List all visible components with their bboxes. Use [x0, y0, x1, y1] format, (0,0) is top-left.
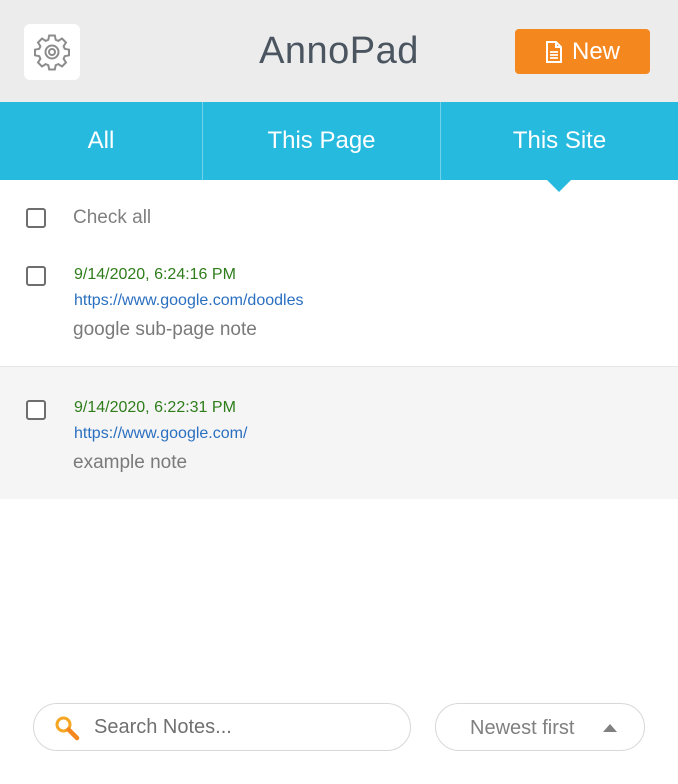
note-date: 9/14/2020, 6:22:31 PM	[74, 399, 236, 416]
check-all-label: Check all	[73, 207, 152, 228]
new-note-button[interactable]: New	[515, 29, 650, 74]
tab-this-site[interactable]: This Site	[441, 102, 678, 192]
check-all-checkbox[interactable]	[26, 208, 46, 228]
header: AnnoPad New	[0, 0, 678, 102]
note-text: example note	[73, 452, 188, 473]
note-item: 9/14/2020, 6:22:31 PM https://www.google…	[0, 367, 678, 499]
note-checkbox[interactable]	[26, 266, 46, 286]
document-icon	[545, 40, 562, 63]
note-url-link[interactable]: https://www.google.com/	[74, 425, 247, 443]
search-box	[33, 703, 411, 751]
note-text: google sub-page note	[73, 319, 257, 340]
tab-this-page[interactable]: This Page	[203, 102, 441, 180]
sort-dropdown[interactable]: Newest first	[435, 703, 645, 751]
search-input[interactable]	[94, 712, 394, 742]
note-item: 9/14/2020, 6:24:16 PM https://www.google…	[0, 250, 678, 367]
settings-button[interactable]	[24, 24, 80, 80]
gear-icon	[34, 34, 70, 71]
new-button-label: New	[571, 37, 620, 65]
tab-bar: All This Page This Site	[0, 102, 678, 192]
magnifier-icon	[55, 716, 80, 741]
note-checkbox[interactable]	[26, 400, 46, 420]
note-url-link[interactable]: https://www.google.com/doodles	[74, 292, 303, 310]
caret-up-icon	[603, 724, 617, 732]
tab-all[interactable]: All	[0, 102, 203, 180]
note-date: 9/14/2020, 6:24:16 PM	[74, 266, 236, 283]
sort-label: Newest first	[470, 717, 575, 739]
